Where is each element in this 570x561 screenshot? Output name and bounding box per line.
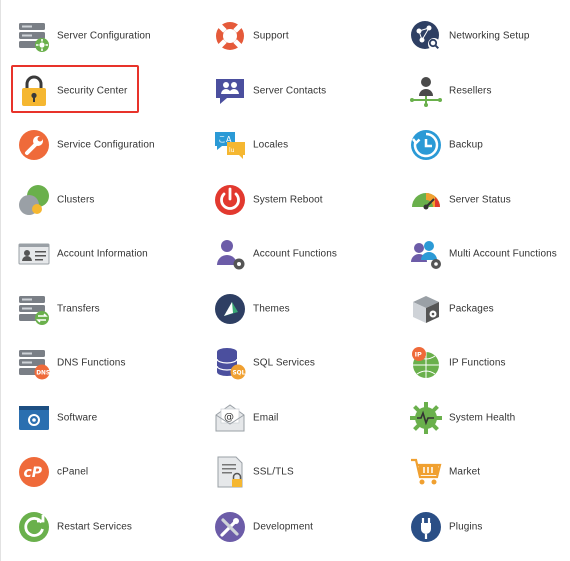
- item-label: Account Functions: [253, 248, 337, 260]
- item-label: IP Functions: [449, 357, 506, 369]
- item-themes[interactable]: Themes: [196, 282, 386, 337]
- item-ip-functions[interactable]: IP IP Functions: [392, 336, 570, 391]
- item-dns-functions[interactable]: DNS DNS Functions: [0, 336, 190, 391]
- item-server-status[interactable]: Server Status: [392, 173, 570, 228]
- svg-text:lu: lu: [229, 147, 235, 154]
- user-gear-icon: [213, 237, 247, 271]
- svg-text:cP: cP: [24, 465, 43, 481]
- account-card-icon: [17, 237, 51, 271]
- svg-text:SQL: SQL: [233, 371, 246, 377]
- item-label: DNS Functions: [57, 357, 126, 369]
- clusters-icon: [17, 183, 51, 217]
- item-label: Server Configuration: [57, 30, 151, 42]
- item-label: Plugins: [449, 521, 483, 533]
- item-label: Server Status: [449, 194, 511, 206]
- item-system-health[interactable]: System Health: [392, 391, 570, 446]
- item-support[interactable]: Support: [196, 9, 386, 64]
- item-label: Service Configuration: [57, 139, 155, 151]
- item-label: Multi Account Functions: [449, 248, 557, 260]
- cart-icon: [409, 455, 443, 489]
- lock-icon: [17, 74, 51, 108]
- item-clusters[interactable]: Clusters: [0, 173, 190, 228]
- item-server-contacts[interactable]: Server Contacts: [196, 64, 386, 119]
- gauge-icon: [409, 183, 443, 217]
- item-server-configuration[interactable]: Server Configuration: [0, 9, 190, 64]
- item-label: Networking Setup: [449, 30, 530, 42]
- software-window-icon: [17, 401, 51, 435]
- item-software[interactable]: Software: [0, 391, 190, 446]
- item-label: Restart Services: [57, 521, 132, 533]
- item-label: Themes: [253, 303, 290, 315]
- ssl-document-icon: [213, 455, 247, 489]
- item-restart-services[interactable]: Restart Services: [0, 500, 190, 555]
- item-label: Clusters: [57, 194, 95, 206]
- feature-grid: Server Configuration Support Networking …: [0, 9, 570, 554]
- locales-icon: こA lu: [213, 128, 247, 162]
- themes-icon: [213, 292, 247, 326]
- restart-icon: [17, 510, 51, 544]
- email-icon: @: [213, 401, 247, 435]
- item-label: Support: [253, 30, 289, 42]
- item-service-configuration[interactable]: Service Configuration: [0, 118, 190, 173]
- power-icon: [213, 183, 247, 217]
- item-label: Software: [57, 412, 98, 424]
- cpanel-icon: cP: [17, 455, 51, 489]
- item-label: Market: [449, 466, 481, 478]
- resellers-icon: [409, 74, 443, 108]
- item-backup[interactable]: Backup: [392, 118, 570, 173]
- system-health-icon: [409, 401, 443, 435]
- item-label: SSL/TLS: [253, 466, 294, 478]
- item-label: Email: [253, 412, 279, 424]
- wrench-icon: [17, 128, 51, 162]
- server-config-icon: [17, 19, 51, 53]
- item-label: Transfers: [57, 303, 100, 315]
- item-system-reboot[interactable]: System Reboot: [196, 173, 386, 228]
- svg-text:DNS: DNS: [36, 371, 50, 377]
- item-label: Packages: [449, 303, 494, 315]
- item-locales[interactable]: こA lu Locales: [196, 118, 386, 173]
- item-account-information[interactable]: Account Information: [0, 227, 190, 282]
- item-security-center[interactable]: Security Center: [0, 64, 190, 119]
- item-email[interactable]: @ Email: [196, 391, 386, 446]
- lifebuoy-icon: [213, 19, 247, 53]
- dns-icon: DNS: [17, 346, 51, 380]
- item-label: Server Contacts: [253, 85, 327, 97]
- multi-user-gear-icon: [409, 237, 443, 271]
- svg-text:IP: IP: [415, 351, 422, 359]
- item-networking-setup[interactable]: Networking Setup: [392, 9, 570, 64]
- item-cpanel[interactable]: cP cPanel: [0, 445, 190, 500]
- network-icon: [409, 19, 443, 53]
- item-label: Development: [253, 521, 314, 533]
- item-packages[interactable]: Packages: [392, 282, 570, 337]
- package-icon: [409, 292, 443, 326]
- database-icon: SQL: [213, 346, 247, 380]
- item-label: SQL Services: [253, 357, 315, 369]
- plug-icon: [409, 510, 443, 544]
- item-label: Account Information: [57, 248, 148, 260]
- item-label: cPanel: [57, 466, 89, 478]
- item-label: System Health: [449, 412, 516, 424]
- transfers-icon: [17, 292, 51, 326]
- item-account-functions[interactable]: Account Functions: [196, 227, 386, 282]
- item-transfers[interactable]: Transfers: [0, 282, 190, 337]
- item-label: Locales: [253, 139, 289, 151]
- item-sql-services[interactable]: SQL SQL Services: [196, 336, 386, 391]
- item-ssl-tls[interactable]: SSL/TLS: [196, 445, 386, 500]
- item-label: System Reboot: [253, 194, 323, 206]
- item-multi-account-functions[interactable]: Multi Account Functions: [392, 227, 570, 282]
- development-tools-icon: [213, 510, 247, 544]
- item-label: Security Center: [57, 85, 128, 97]
- item-label: Resellers: [449, 85, 492, 97]
- item-resellers[interactable]: Resellers: [392, 64, 570, 119]
- backup-icon: [409, 128, 443, 162]
- item-development[interactable]: Development: [196, 500, 386, 555]
- contacts-icon: [213, 74, 247, 108]
- item-plugins[interactable]: Plugins: [392, 500, 570, 555]
- ip-globe-icon: IP: [409, 346, 443, 380]
- item-market[interactable]: Market: [392, 445, 570, 500]
- item-label: Backup: [449, 139, 483, 151]
